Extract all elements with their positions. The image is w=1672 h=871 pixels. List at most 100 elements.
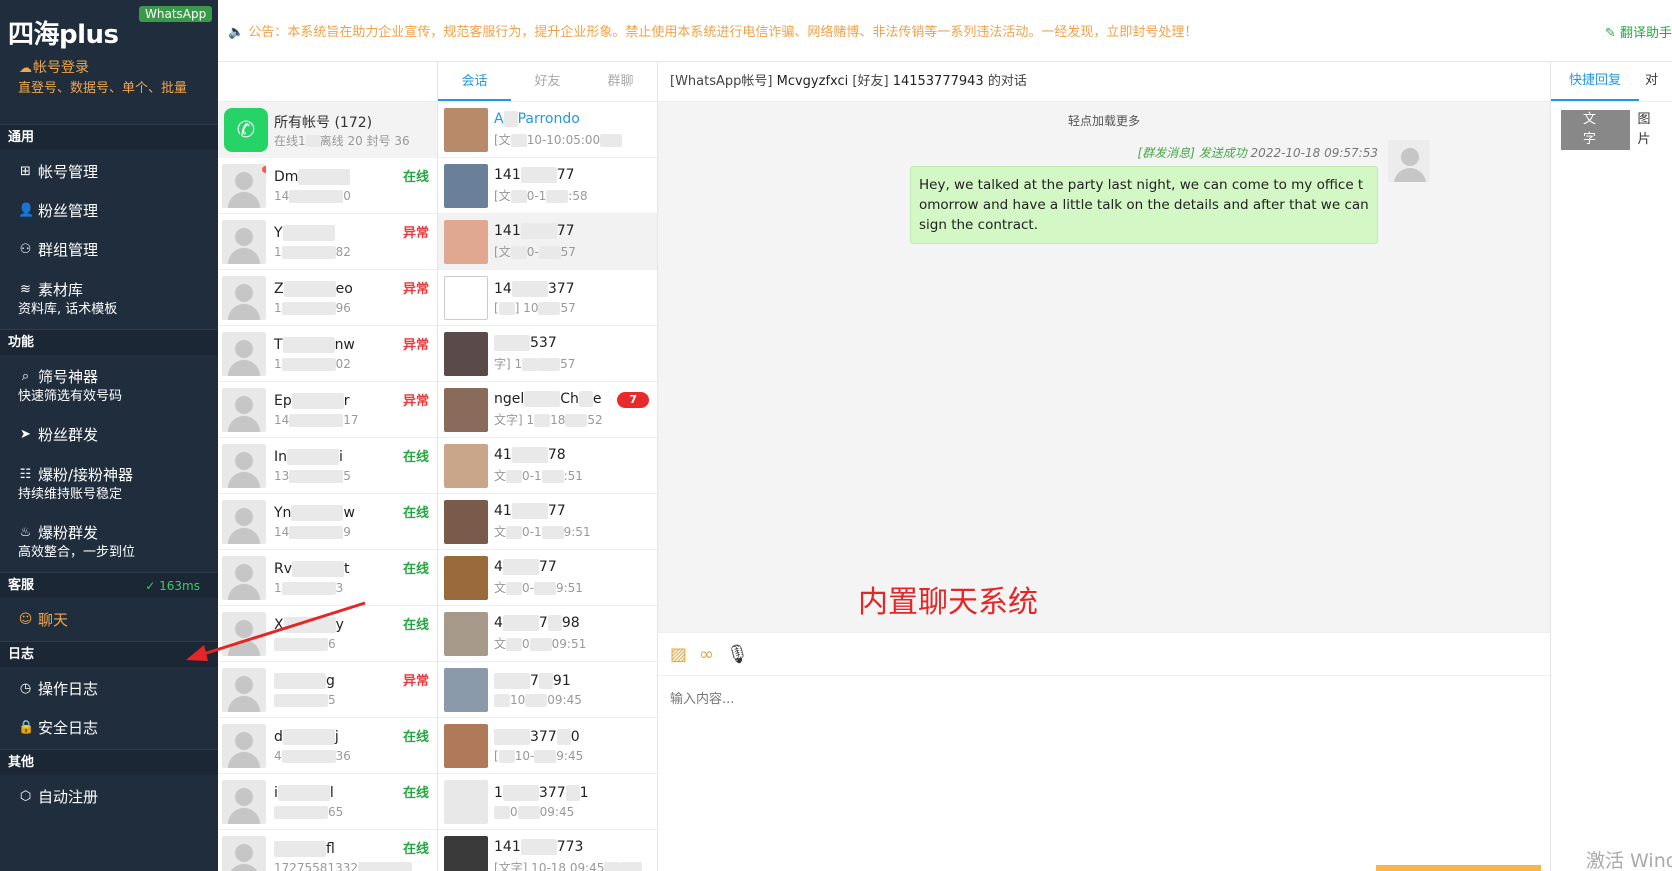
message-bubble: Hey, we talked at the party last night, … [910, 166, 1378, 244]
conversation-preview: [文 10-10:05:00 [494, 131, 623, 148]
conversation-row[interactable]: 141 77 [文 0- 57 [438, 214, 657, 270]
sidebar-item-op-log[interactable]: ◷ 操作日志 [18, 679, 213, 699]
conversation-row[interactable]: 141 77 [文 0-1:58 [438, 158, 657, 214]
conversation-row[interactable]: 41 77 文 0-1 9:51 [438, 494, 657, 550]
lock-icon: 🔒 [18, 720, 35, 735]
conversation-name-start: 41 [494, 447, 512, 463]
account-row[interactable]: fl 17275581332 在线 [218, 830, 437, 871]
conversation-name: 141 77 [494, 167, 588, 183]
sidebar-item-sec-log[interactable]: 🔒 安全日志 [18, 718, 213, 738]
account-phone-end: 9 [343, 524, 351, 539]
sidebar-item-burst[interactable]: ♨ 爆粉群发 高效整合，一步到位 [18, 523, 213, 563]
filter-label: 筛号神器 [38, 368, 99, 386]
redacted [502, 615, 539, 631]
sidebar-item-chat[interactable]: ☺ 聊天 [18, 610, 213, 630]
account-row[interactable]: Ep r 14 17 异常 [218, 382, 437, 438]
redacted [289, 525, 344, 539]
filter-sub: 快速筛选有效号码 [18, 389, 123, 404]
login-label: 帐号登录 [33, 60, 89, 76]
tab-other[interactable]: 对 [1639, 62, 1664, 101]
redacted [525, 693, 548, 707]
conversation-row[interactable]: 41 78 文 0-1:51 [438, 438, 657, 494]
sidebar-item-fans-broadcast[interactable]: ➤ 粉丝群发 [18, 425, 213, 445]
conversation-row[interactable]: 1 377 1 0 09:45 [438, 774, 657, 830]
section-general: 通用 [0, 124, 218, 150]
account-row[interactable]: i l 65 在线 [218, 774, 437, 830]
all-accounts-item[interactable]: ✆ 所有帐号 (172) 在线1 离线 20 封号 36 [218, 102, 437, 158]
sidebar-item-boost[interactable]: ☷ 爆粉/接粉神器 持续维持账号稳定 [18, 465, 213, 505]
tab-quick-reply[interactable]: 快捷回复 [1551, 62, 1640, 101]
avatar-head [235, 507, 253, 526]
redacted [520, 223, 557, 239]
conversation-row[interactable]: 4 7 98 文 0 09:51 [438, 606, 657, 662]
conversation-row[interactable]: ngel Ch e 文字] 1 18 52 7 [438, 382, 657, 438]
send-button[interactable] [1376, 865, 1541, 871]
sidebar-item-group-mgmt[interactable]: ⚇ 群组管理 [18, 240, 213, 260]
conversation-name: 4 77 [494, 559, 583, 575]
account-row[interactable]: Tnw 1 02 异常 [218, 326, 437, 382]
conversation-row[interactable]: A Parrondo [文 10-10:05:00 [438, 102, 657, 158]
account-phone: 1 96 [274, 301, 437, 315]
redacted [274, 840, 326, 857]
sidebar-item-material[interactable]: ≋ 素材库 资料库, 话术模板 [18, 280, 213, 320]
account-phone-end: 96 [335, 300, 351, 315]
tab-friends[interactable]: 好友 [511, 62, 584, 101]
conversation-info: 141 77 [文 0- 57 [494, 223, 576, 260]
microphone-icon[interactable]: 🎙 [726, 644, 749, 665]
section-logs: 日志 [0, 641, 218, 667]
sidebar-item-filter[interactable]: ⌕ 筛号神器 快速筛选有效号码 [18, 367, 213, 407]
unread-badge: 7 [617, 392, 649, 408]
conversation-row[interactable]: 7 91 10 09:45 [438, 662, 657, 718]
chat-panel: [WhatsApp帐号] Mcvgyzfxci [好友] 14153777943… [658, 62, 1550, 871]
tab-sessions[interactable]: 会话 [438, 62, 511, 101]
conversation-row[interactable]: 141 773 [文字] 10-18 09:45 [438, 830, 657, 871]
image-icon[interactable]: ▨ [670, 644, 687, 665]
redacted [494, 693, 510, 707]
account-row[interactable]: Zeo 1 96 异常 [218, 270, 437, 326]
preview-start: 文 [494, 469, 507, 483]
account-row[interactable]: g 5 异常 [218, 662, 437, 718]
load-more-link[interactable]: 轻点加载更多 [658, 112, 1550, 129]
preview-end: 52 [587, 413, 603, 427]
image-type-button[interactable]: 图片 [1638, 110, 1663, 150]
conversation-name-end2: 0 [570, 728, 580, 745]
conversation-preview: 文 0-1 9:51 [494, 523, 591, 540]
account-row[interactable]: d j 4 36 在线 [218, 718, 437, 774]
tab-groups[interactable]: 群聊 [584, 62, 657, 101]
sidebar-item-auto-reg[interactable]: ⬡ 自动注册 [18, 787, 213, 807]
avatar [444, 163, 488, 208]
conversation-row[interactable]: 537 字] 1 57 [438, 326, 657, 382]
sidebar-item-fans-mgmt[interactable]: 👤 粉丝管理 [18, 201, 213, 221]
avatar-head [235, 451, 253, 470]
conversation-row[interactable]: 14 377 [] 10 57 [438, 270, 657, 326]
avatar [444, 723, 488, 768]
link-icon[interactable]: ∞ [699, 644, 714, 665]
account-row[interactable]: In i 13 5 在线 [218, 438, 437, 494]
preview-middle: 0 [522, 637, 530, 651]
account-row[interactable]: Yn w 14 9 在线 [218, 494, 437, 550]
redacted [511, 280, 548, 297]
conversation-row[interactable]: 4 77 文 0- 9:51 [438, 550, 657, 606]
conversation-info: 41 77 文 0-1 9:51 [494, 503, 591, 540]
conversation-name-end: 77 [547, 503, 566, 519]
account-row[interactable]: Xy 6 在线 [218, 606, 437, 662]
avatar-head [235, 731, 253, 750]
account-row[interactable]: Rv t 1 3 在线 [218, 550, 437, 606]
message-input[interactable]: 输入内容... [658, 676, 1550, 856]
account-row[interactable]: Dm 14 0 在线 [218, 158, 437, 214]
text-type-button[interactable]: 文字 [1561, 110, 1630, 150]
conversation-row[interactable]: 377 0 [10- 9:45 [438, 718, 657, 774]
account-name-end: j [334, 728, 339, 745]
sidebar-item-account-mgmt[interactable]: ⊞ 帐号管理 [18, 162, 213, 182]
account-status: 在线 [402, 450, 429, 465]
avatar-body [228, 807, 260, 824]
account-row[interactable]: Y 1 82 异常 [218, 214, 437, 270]
sidebar-item-login[interactable]: ☁帐号登录 直登号、数据号、单个、批量 [18, 58, 208, 99]
top-bar: 🔈 公告：本系统旨在助力企业宣传，规范客服行为，提升企业形象。禁止使用本系统进行… [218, 0, 1672, 62]
account-status: 异常 [402, 226, 429, 241]
avatar [222, 723, 266, 768]
conversation-info: 14 377 [] 10 57 [494, 280, 576, 315]
translate-button[interactable]: ✎ 翻译助手 [1605, 22, 1672, 41]
avatar [444, 107, 488, 152]
boost-label: 爆粉/接粉神器 [38, 466, 134, 484]
